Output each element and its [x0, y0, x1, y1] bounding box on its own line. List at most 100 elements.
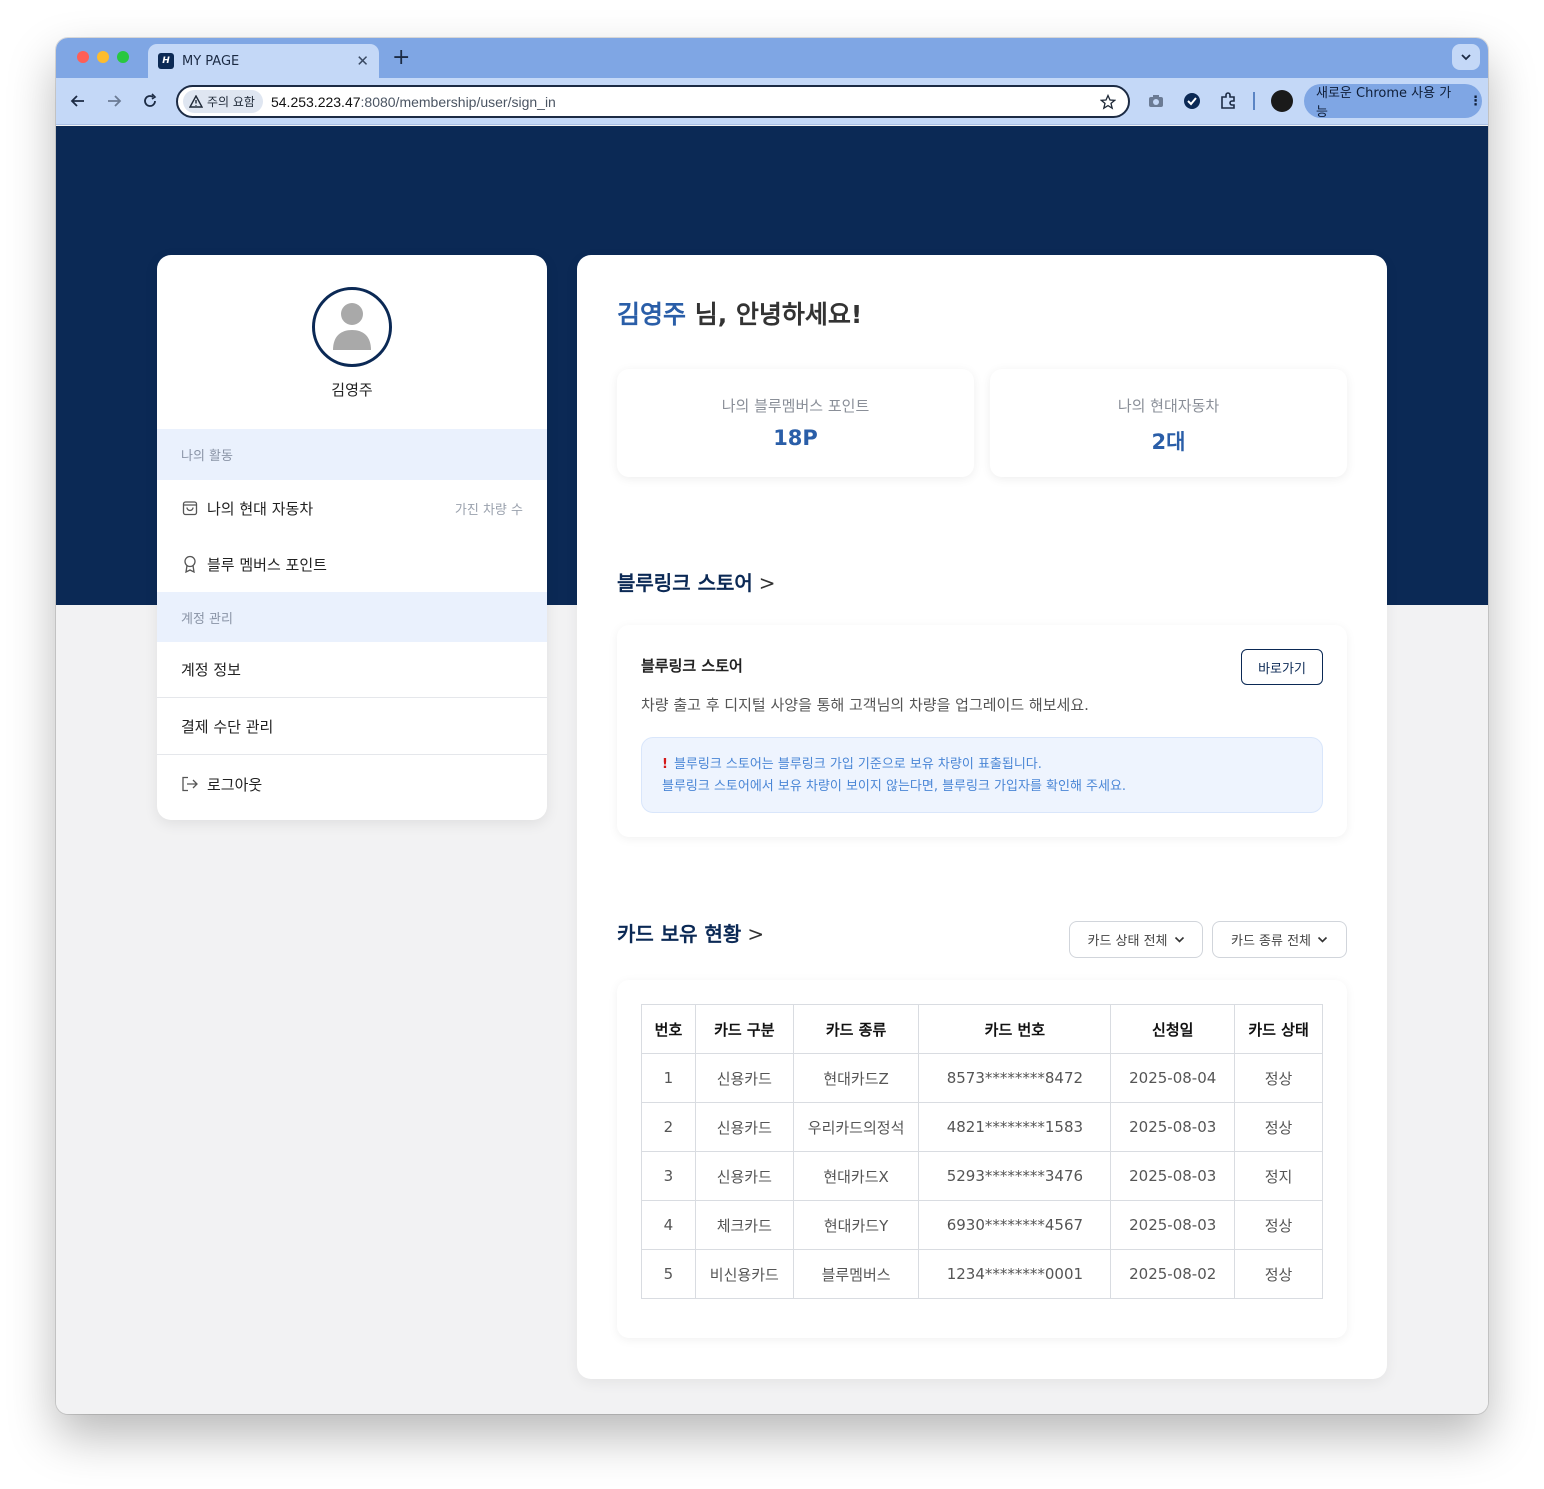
sidebar-item-label: 블루 멤버스 포인트 [207, 555, 327, 574]
column-header: 카드 번호 [918, 1004, 1112, 1054]
table-cell: 5 [641, 1249, 696, 1299]
table-cell: 비신용카드 [694, 1249, 794, 1299]
table-cell: 5293********3476 [918, 1151, 1112, 1201]
card-type-filter[interactable]: 카드 종류 전체 [1212, 921, 1347, 958]
column-header: 카드 구분 [694, 1004, 794, 1054]
toolbar-separator [1253, 92, 1255, 110]
table-cell: 정상 [1234, 1053, 1323, 1103]
table-cell: 6930********4567 [918, 1200, 1112, 1250]
sidebar-item-payment-methods[interactable]: 결제 수단 관리 [157, 699, 547, 755]
table-cell: 블루멤버스 [792, 1249, 920, 1299]
sidebar-item-label: 계정 정보 [181, 661, 241, 679]
page-title: 김영주 님, 안녕하세요! [617, 295, 862, 331]
stat-my-hyundai-cars: 나의 현대자동차 2대 [990, 369, 1347, 477]
check-extension-icon[interactable] [1182, 91, 1202, 111]
table-cell: 정상 [1234, 1249, 1323, 1299]
bag-icon [181, 499, 199, 517]
table-cell: 2025-08-02 [1110, 1249, 1236, 1299]
arrow-left-icon [70, 95, 84, 107]
section-chevron: > [758, 571, 776, 595]
award-icon [181, 555, 199, 573]
table-row: 2 신용카드 우리카드의정석 4821********1583 2025-08-… [641, 1102, 1323, 1152]
table-cell: 정지 [1234, 1151, 1323, 1201]
tab-search-button[interactable] [1452, 44, 1480, 70]
page-viewport: 김영주 나의 활동 나의 현대 자동차 가진 차량 수 블루 멤버스 포인트 계… [56, 126, 1488, 1414]
tab-title: MY PAGE [182, 53, 240, 69]
table-cell: 신용카드 [694, 1102, 794, 1152]
sidebar-item-account-info[interactable]: 계정 정보 [157, 642, 547, 698]
section-title-text: 카드 보유 현황 [617, 922, 742, 946]
stat-value: 18P [773, 426, 818, 450]
profile-sidebar: 김영주 나의 활동 나의 현대 자동차 가진 차량 수 블루 멤버스 포인트 계… [157, 255, 547, 820]
url-path: :8080/membership/user/sign_in [360, 93, 556, 110]
camera-icon[interactable] [1146, 91, 1166, 111]
table-cell: 신용카드 [694, 1053, 794, 1103]
security-chip[interactable]: 주의 요함 [183, 90, 263, 113]
stat-label: 나의 현대자동차 [1117, 397, 1220, 415]
sidebar-item-my-hyundai-car[interactable]: 나의 현대 자동차 가진 차량 수 [157, 480, 547, 536]
tab-close-icon[interactable]: ✕ [356, 52, 369, 70]
sidebar-item-label: 나의 현대 자동차 [207, 499, 314, 518]
table-cell: 현대카드X [792, 1151, 920, 1201]
notice-line-2: 블루링크 스토어에서 보유 차량이 보이지 않는다면, 블루링크 가입자를 확인… [662, 779, 1127, 794]
section-account-management: 계정 관리 [157, 592, 547, 642]
table-row: 1 신용카드 현대카드Z 8573********8472 2025-08-04… [641, 1053, 1323, 1103]
kebab-menu-icon[interactable]: ⋮ [1469, 94, 1482, 109]
table-cell: 8573********8472 [918, 1053, 1112, 1103]
car-count-hint: 가진 차량 수 [454, 502, 523, 518]
maximize-window-button[interactable] [117, 51, 129, 63]
sidebar-item-label: 로그아웃 [207, 775, 263, 794]
table-cell: 정상 [1234, 1200, 1323, 1250]
card-holdings-heading[interactable]: 카드 보유 현황 > [617, 918, 764, 947]
store-title: 블루링크 스토어 [641, 657, 743, 675]
table-cell: 2025-08-03 [1110, 1200, 1236, 1250]
reload-button[interactable] [140, 91, 160, 111]
bluelink-store-card: 블루링크 스토어 바로가기 차량 출고 후 디지털 사양을 통해 고객님의 차량… [617, 625, 1347, 837]
logout-icon [181, 775, 199, 793]
user-icon [333, 303, 371, 350]
bookmark-star-icon[interactable] [1100, 93, 1116, 110]
browser-tab[interactable]: H MY PAGE ✕ [148, 44, 379, 78]
sidebar-item-blue-members-point[interactable]: 블루 멤버스 포인트 [157, 536, 547, 592]
profile-name: 김영주 [331, 381, 373, 399]
table-cell: 우리카드의정석 [792, 1102, 920, 1152]
go-to-store-button[interactable]: 바로가기 [1241, 649, 1323, 685]
table-cell: 현대카드Y [792, 1200, 920, 1250]
close-window-button[interactable] [77, 51, 89, 63]
filter-label: 카드 상태 전체 [1087, 934, 1168, 949]
url-text[interactable]: 54.253.223.47:8080/membership/user/sign_… [271, 94, 1100, 110]
puzzle-extensions-icon[interactable] [1218, 91, 1238, 111]
address-bar[interactable]: 주의 요함 54.253.223.47:8080/membership/user… [176, 85, 1130, 118]
table-cell: 4 [641, 1200, 696, 1250]
table-cell: 2025-08-04 [1110, 1053, 1236, 1103]
table-cell: 1234********0001 [918, 1249, 1112, 1299]
new-tab-button[interactable]: + [392, 45, 410, 70]
table-cell: 현대카드Z [792, 1053, 920, 1103]
notice-line-1: 블루링크 스토어는 블루링크 가입 기준으로 보유 차량이 표출됩니다. [673, 757, 1042, 772]
section-title-text: 블루링크 스토어 [617, 571, 753, 595]
card-table: 번호 카드 구분 카드 종류 카드 번호 신청일 카드 상태 1 신용카드 현대 [641, 1004, 1323, 1299]
tab-bar: H MY PAGE ✕ + [56, 38, 1488, 78]
bluelink-store-heading[interactable]: 블루링크 스토어 > [617, 567, 776, 596]
sidebar-item-logout[interactable]: 로그아웃 [157, 756, 547, 812]
card-status-filter[interactable]: 카드 상태 전체 [1069, 921, 1203, 958]
tab-favicon-icon: H [158, 53, 174, 69]
store-description: 차량 출고 후 디지털 사양을 통해 고객님의 차량을 업그레이드 해보세요. [641, 696, 1089, 714]
section-chevron: > [747, 922, 765, 946]
back-button[interactable] [68, 91, 88, 111]
chevron-down-icon [1317, 936, 1328, 943]
profile-avatar[interactable] [1271, 90, 1293, 112]
chrome-update-button[interactable]: 새로운 Chrome 사용 가능 ⋮ [1304, 84, 1482, 120]
table-cell: 2 [641, 1102, 696, 1152]
forward-button[interactable] [104, 91, 124, 111]
section-my-activity: 나의 활동 [157, 429, 547, 480]
store-notice: ! 블루링크 스토어는 블루링크 가입 기준으로 보유 차량이 표출됩니다. 블루… [641, 737, 1323, 813]
column-header: 카드 종류 [792, 1004, 920, 1054]
minimize-window-button[interactable] [97, 51, 109, 63]
security-label: 주의 요함 [207, 95, 255, 109]
stat-blue-members-point: 나의 블루멤버스 포인트 18P [617, 369, 974, 477]
column-header: 카드 상태 [1234, 1004, 1323, 1054]
greeting-name: 김영주 [617, 300, 687, 329]
column-header: 번호 [641, 1004, 696, 1054]
browser-window: H MY PAGE ✕ + 주의 요함 54.253.223.47:8080/m… [56, 38, 1488, 1414]
